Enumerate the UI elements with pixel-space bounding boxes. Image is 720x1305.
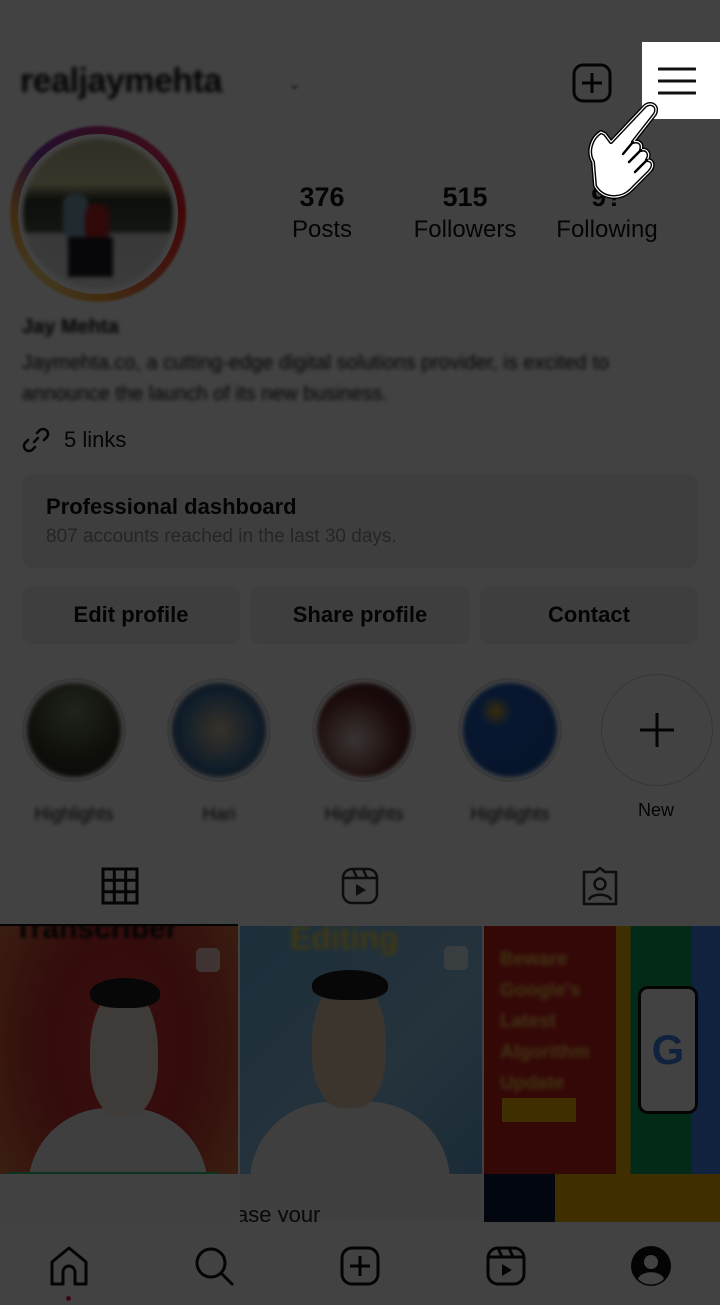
edit-profile-button[interactable]: Edit profile <box>22 586 240 644</box>
post-thumbnail[interactable]: Editing ase your <box>240 926 482 1222</box>
new-highlight-label: New <box>637 800 674 820</box>
search-icon <box>195 1247 234 1286</box>
profile-bio: Jaymehta.co, a cutting-edge digital solu… <box>22 352 609 405</box>
profile-name: Jay Mehta <box>22 316 119 338</box>
post-title: Beware Google's Latest Algorithm Update <box>500 949 590 1094</box>
nav-search[interactable] <box>192 1244 236 1288</box>
google-logo: G <box>638 986 698 1114</box>
nav-reels[interactable] <box>484 1244 528 1288</box>
highlight-label: Highlights <box>324 804 404 824</box>
highlight-cover <box>172 683 266 777</box>
highlight-label: Highlights <box>470 804 550 824</box>
nav-create[interactable] <box>338 1244 382 1288</box>
highlight-label: Highlights <box>34 804 114 824</box>
dashboard-title: Professional dashboard <box>46 494 297 519</box>
share-profile-button[interactable]: Share profile <box>250 586 470 644</box>
avatar[interactable] <box>23 139 173 289</box>
plus-square-icon <box>340 1246 380 1286</box>
plus-square-icon <box>572 63 612 103</box>
username-switcher[interactable]: realjaymehta <box>20 62 222 101</box>
highlight-item[interactable]: Hari <box>164 678 274 825</box>
post-title: Transcriber <box>14 926 178 945</box>
new-highlight-button[interactable]: New <box>601 674 713 821</box>
highlight-item[interactable]: Highlights <box>19 678 129 825</box>
tab-reels[interactable] <box>240 866 480 924</box>
dashboard-subtitle: 807 accounts reached in the last 30 days… <box>46 526 397 547</box>
profile-icon <box>631 1246 671 1286</box>
hamburger-menu-icon <box>657 67 697 95</box>
post-caption: ase your <box>240 1202 321 1222</box>
reels-icon <box>341 867 379 905</box>
carousel-icon <box>444 946 468 970</box>
post-title: Editing <box>290 926 399 956</box>
highlight-cover <box>463 683 557 777</box>
stat-posts[interactable]: 376 Posts <box>252 182 392 244</box>
highlight-cover <box>27 683 121 777</box>
highlight-label: Hari <box>202 804 236 824</box>
create-button[interactable] <box>572 63 612 103</box>
carousel-icon <box>196 948 220 972</box>
grid-icon <box>101 867 139 905</box>
plus-icon <box>640 713 674 747</box>
nav-profile[interactable] <box>629 1244 673 1288</box>
post-thumbnail[interactable]: Beware Google's Latest Algorithm Update … <box>484 926 720 1222</box>
tab-tagged[interactable] <box>480 866 720 924</box>
highlight-cover <box>317 683 411 777</box>
post-thumbnail[interactable]: Transcriber <box>0 926 238 1222</box>
notification-dot <box>66 1296 71 1301</box>
tagged-person-icon <box>582 866 618 906</box>
professional-dashboard[interactable]: Professional dashboard 807 accounts reac… <box>22 474 698 568</box>
contact-button[interactable]: Contact <box>480 586 698 644</box>
stat-followers[interactable]: 515 Followers <box>395 182 535 244</box>
links-button[interactable]: 5 links <box>20 424 126 456</box>
menu-button[interactable] <box>657 66 697 96</box>
chevron-down-icon[interactable]: ⌄ <box>288 74 301 94</box>
tab-posts[interactable] <box>0 866 240 924</box>
reels-icon <box>486 1246 526 1286</box>
highlight-item[interactable]: Highlights <box>455 678 565 825</box>
link-icon <box>22 427 50 453</box>
highlight-item[interactable]: Highlights <box>309 678 419 825</box>
pointing-hand-icon <box>588 102 658 199</box>
nav-home[interactable] <box>47 1244 91 1288</box>
links-label: 5 links <box>64 427 127 452</box>
bottom-nav <box>0 1224 720 1305</box>
home-icon <box>50 1246 88 1286</box>
